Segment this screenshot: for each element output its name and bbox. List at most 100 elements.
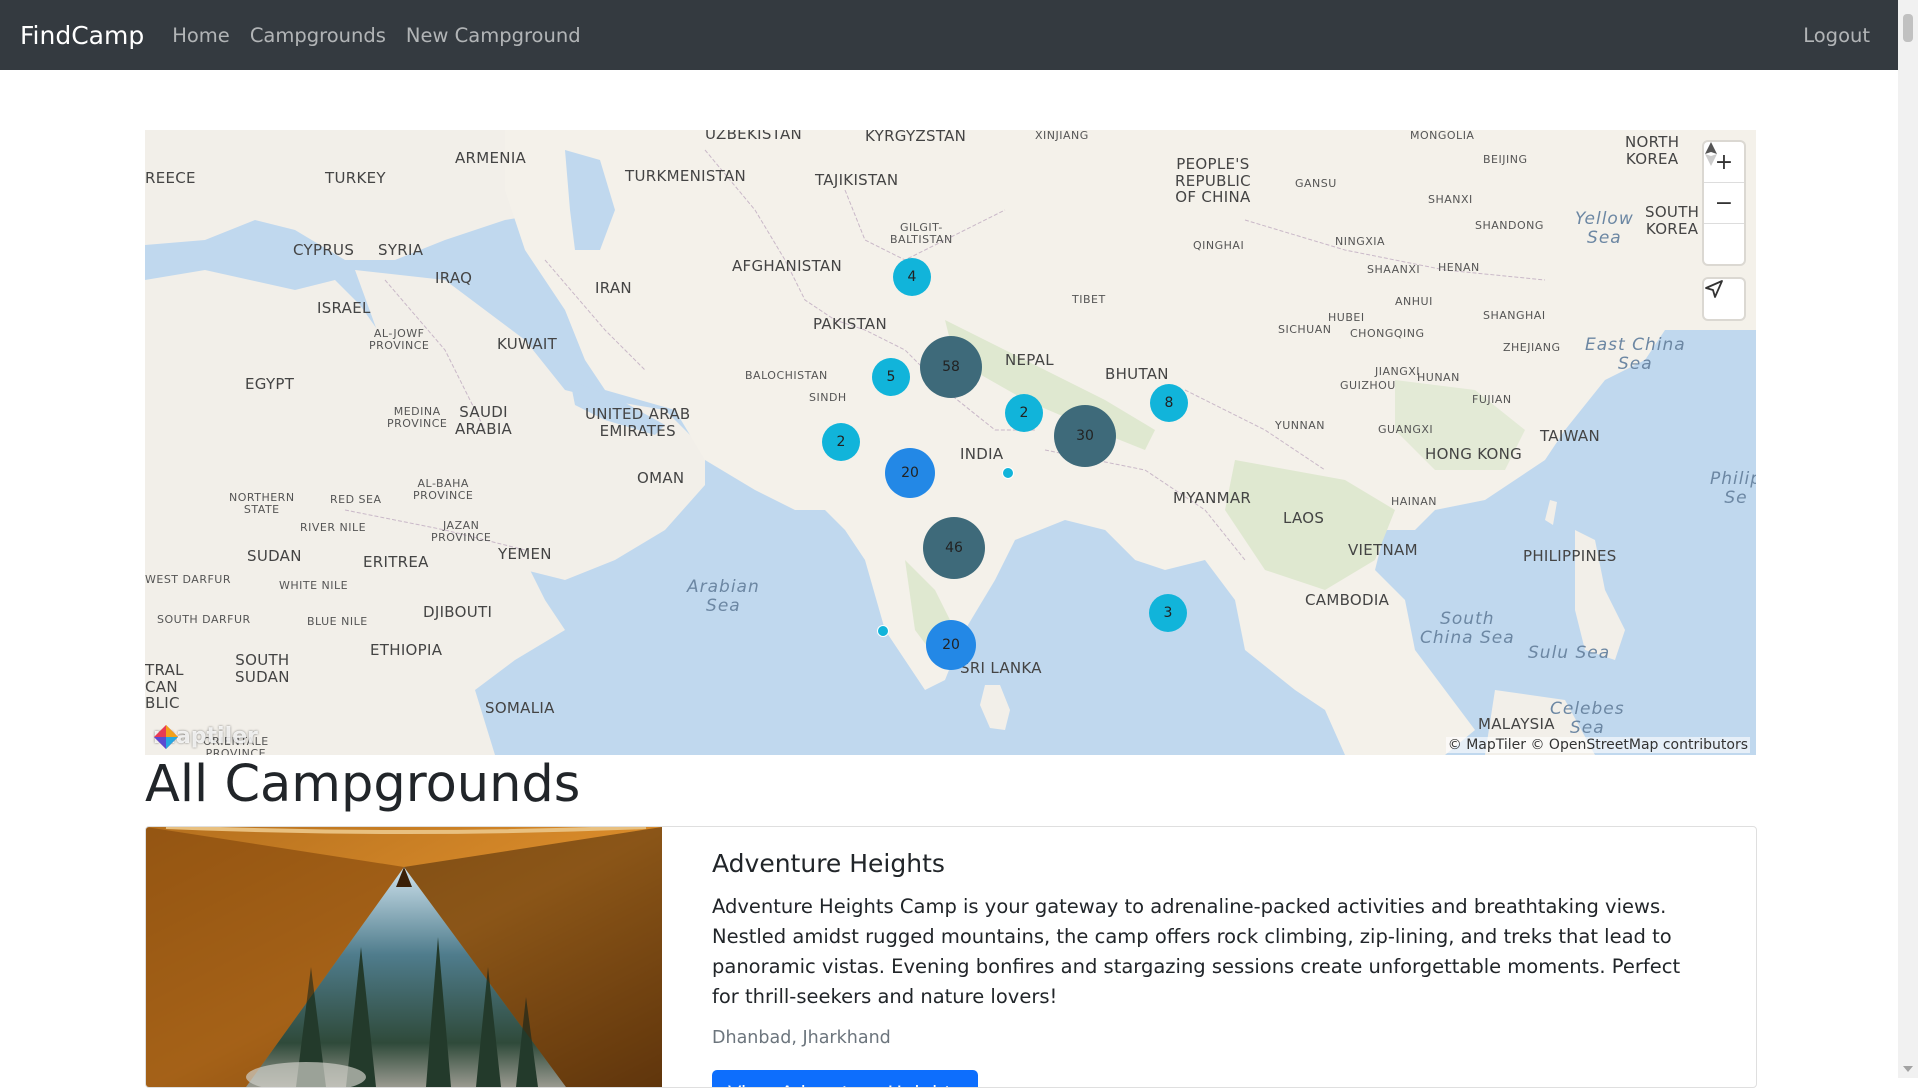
map-label: RIVER NILE: [300, 521, 367, 534]
view-campground-button[interactable]: View Adventure Heights: [712, 1070, 979, 1087]
campground-image: [146, 827, 662, 1087]
map-label: CYPRUS: [293, 241, 355, 259]
campground-title: Adventure Heights: [712, 849, 945, 878]
map-label: NORTHERN STATE: [229, 491, 295, 517]
cluster-marker[interactable]: 20: [926, 620, 976, 670]
page-title: All Campgrounds: [145, 755, 581, 814]
cluster-marker[interactable]: 3: [1149, 594, 1187, 632]
brand-link[interactable]: FindCamp: [20, 21, 144, 50]
cluster-marker[interactable]: 30: [1054, 405, 1116, 467]
map-label: CAMBODIA: [1305, 591, 1390, 609]
minus-icon: −: [1714, 190, 1734, 216]
nav-new-campground-link[interactable]: New Campground: [406, 24, 581, 47]
cluster-marker[interactable]: 4: [893, 258, 931, 296]
navigation-arrow-icon: [1705, 280, 1723, 298]
cluster-marker[interactable]: 58: [920, 336, 982, 398]
map-label: MEDINA PROVINCE: [387, 405, 448, 431]
map-label: REECE: [145, 169, 196, 187]
map-label: TURKEY: [325, 169, 386, 187]
map-label: MALAYSIA: [1478, 715, 1555, 733]
page-scrollbar[interactable]: [1898, 0, 1918, 1078]
map-label: Philip Se: [1710, 469, 1756, 508]
map-label: TIBET: [1072, 293, 1106, 306]
nav-home-link[interactable]: Home: [172, 24, 230, 47]
map-label: JAZAN PROVINCE: [431, 519, 492, 545]
map-label: Yellow Sea: [1575, 209, 1634, 248]
map-label: PEOPLE'S REPUBLIC OF CHINA: [1175, 155, 1251, 206]
tent-photo: [146, 827, 662, 1087]
zoom-out-button[interactable]: −: [1704, 183, 1744, 224]
map-label: VIETNAM: [1348, 541, 1418, 559]
maptiler-logo-icon: [154, 725, 178, 749]
map-label: YUNNAN: [1275, 419, 1325, 432]
map-label: HUNAN: [1417, 371, 1460, 384]
campground-description: Adventure Heights Camp is your gateway t…: [712, 895, 1681, 1008]
map-label: SAUDI ARABIA: [455, 403, 513, 438]
map-label: WEST DARFUR: [145, 573, 231, 586]
map-label: UZBEKISTAN: [705, 130, 803, 143]
nav-campgrounds-link[interactable]: Campgrounds: [250, 24, 386, 47]
map-label: BEIJING: [1483, 153, 1528, 166]
map-label: MONGOLIA: [1410, 130, 1475, 142]
map-label: SHAANXI: [1367, 263, 1421, 276]
map-label: HONG KONG: [1425, 445, 1523, 463]
map-label: AL-JOWF PROVINCE: [369, 327, 430, 353]
map-label: GANSU: [1295, 177, 1337, 190]
campground-point-marker[interactable]: [877, 625, 889, 637]
cluster-marker[interactable]: 2: [1005, 394, 1043, 432]
navbar: FindCamp Home Campgrounds New Campground…: [0, 0, 1898, 70]
map-label: Arabian Sea: [687, 577, 760, 616]
map-label: NORTH KOREA: [1625, 133, 1680, 168]
map-label: SHANXI: [1428, 193, 1473, 206]
cluster-marker[interactable]: 2: [822, 423, 860, 461]
map-label: SRI LANKA: [960, 659, 1042, 677]
map-label: CHONGQING: [1350, 327, 1425, 340]
map-label: LAOS: [1283, 509, 1325, 527]
map-label: GUIZHOU: [1340, 379, 1396, 392]
map-label: ARMENIA: [455, 149, 527, 167]
map-label: ISRAEL: [317, 299, 371, 317]
map-label: GILGIT- BALTISTAN: [890, 221, 953, 247]
map-label: WHITE NILE: [279, 579, 349, 592]
map-label: NEPAL: [1005, 351, 1054, 369]
cluster-marker[interactable]: 46: [923, 517, 985, 579]
map-label: SYRIA: [378, 241, 424, 259]
cluster-marker[interactable]: 20: [885, 448, 935, 498]
map-label: INDIA: [960, 445, 1004, 463]
compass-button[interactable]: [1704, 142, 1744, 264]
map-label: BLUE NILE: [307, 615, 368, 628]
map-label: MYANMAR: [1173, 489, 1252, 507]
map-label: AL-BAHA PROVINCE: [413, 477, 474, 503]
compass-icon: [1705, 142, 1717, 166]
map-label: SHANGHAI: [1483, 309, 1546, 322]
map-label: BALOCHISTAN: [745, 369, 828, 382]
map-label: EGYPT: [245, 375, 295, 393]
cluster-marker[interactable]: 8: [1150, 384, 1188, 422]
cluster-map[interactable]: UZBEKISTAN KYRGYZSTAN XINJIANG MONGOLIA …: [145, 130, 1756, 755]
map-label: YEMEN: [498, 545, 552, 563]
map-label: GUANGXI: [1378, 423, 1434, 436]
map-label: SOUTH DARFUR: [157, 613, 251, 626]
map-label: Sulu Sea: [1528, 643, 1611, 663]
campground-point-marker[interactable]: [1002, 467, 1014, 479]
map-label: SINDH: [809, 391, 847, 404]
map-zoom-controls: + −: [1704, 142, 1744, 264]
map-label: TURKMENISTAN: [625, 167, 747, 185]
landmass-srilanka: [980, 685, 1010, 730]
map-label: South China Sea: [1420, 609, 1515, 648]
map-label: PAKISTAN: [813, 315, 888, 333]
logout-link[interactable]: Logout: [1803, 24, 1870, 47]
map-attribution[interactable]: © MapTiler © OpenStreetMap contributors: [1445, 737, 1750, 753]
map-label: HAINAN: [1391, 495, 1438, 508]
scrollbar-thumb[interactable]: [1903, 14, 1913, 42]
scroll-down-arrow-icon[interactable]: [1903, 1066, 1913, 1072]
map-label: ERITREA: [363, 553, 429, 571]
maptiler-logo[interactable]: maptiler: [153, 724, 258, 749]
campground-location: Dhanbad, Jharkhand: [712, 1028, 891, 1048]
cluster-marker[interactable]: 5: [872, 358, 910, 396]
map-label: AFGHANISTAN: [732, 257, 842, 275]
map-label: ZHEJIANG: [1503, 341, 1561, 354]
geolocate-button[interactable]: [1704, 279, 1744, 319]
map-label: East China Sea: [1585, 335, 1686, 374]
map-label: HUBEI: [1328, 311, 1365, 324]
